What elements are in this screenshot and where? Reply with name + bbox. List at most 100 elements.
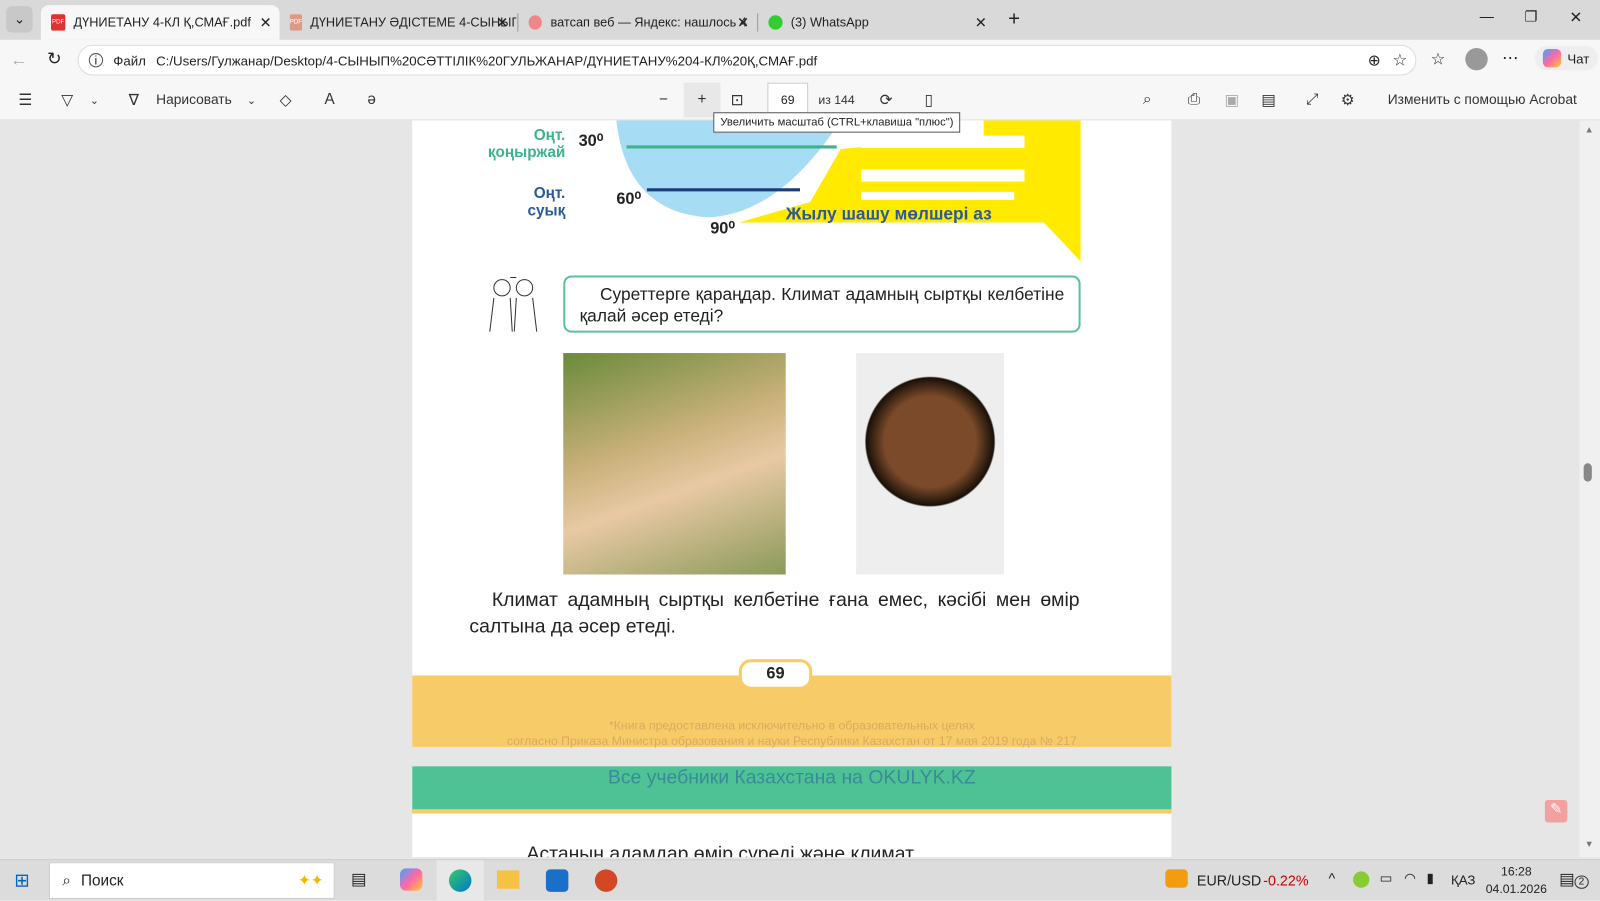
print-icon[interactable]: ⎙ — [1188, 91, 1200, 108]
search-icon[interactable]: ⌕ — [1143, 91, 1152, 108]
url-field[interactable]: i Файл C:/Users/Гулжанар/Desktop/4-СЫНЫП… — [77, 44, 1417, 76]
scrollbar[interactable]: ▲ ▼ — [1579, 120, 1600, 858]
pdf-viewport: Оңт. қоңыржай Оңт. суық 30⁰ 60⁰ 90⁰ Жылу… — [0, 120, 1580, 858]
task-view-icon[interactable]: ▤ — [351, 869, 366, 889]
time: 16:28 — [1501, 864, 1532, 879]
tab-whatsapp[interactable]: (3) WhatsApp ✕ — [758, 5, 995, 40]
chat-label: Чат — [1567, 50, 1590, 66]
tab-title: ДҮНИЕТАНУ ӘДІСТЕМЕ 4-СЫНЫП — [310, 15, 517, 30]
close-tab-icon[interactable]: ✕ — [496, 14, 508, 31]
highlight-icon[interactable]: ▽ — [61, 91, 73, 109]
notifications-icon[interactable]: ▤ 2 — [1559, 869, 1589, 889]
zoom-in-tooltip: Увеличить масштаб (CTRL+клавиша "плюс") — [713, 112, 961, 133]
chevron-down-icon[interactable]: ⌄ — [90, 94, 99, 107]
tab-title: ДҮНИЕТАНУ 4-КЛ Қ,СМАҒ.pdf — [73, 15, 251, 30]
camera-icon[interactable]: ▭ — [1380, 870, 1393, 886]
zoom-icon[interactable]: ⊕ — [1368, 51, 1381, 69]
pdf-page-next: Все учебники Казахстана на OKULYK.KZ Аст… — [412, 766, 1172, 858]
outlook-icon[interactable] — [545, 869, 569, 892]
tray-app-icon[interactable] — [1353, 871, 1370, 888]
eraser-icon[interactable]: ◇ — [280, 91, 292, 109]
back-icon[interactable]: ← — [10, 50, 27, 70]
page-total: из 144 — [818, 92, 855, 108]
info-icon[interactable]: i — [88, 53, 104, 68]
acrobat-icon[interactable]: ✎ — [1544, 799, 1568, 823]
pdf-icon: PDF — [51, 14, 66, 31]
language-indicator[interactable]: ҚАЗ — [1451, 872, 1475, 887]
draw-icon[interactable]: ∇ — [129, 91, 139, 109]
url-text: C:/Users/Гулжанар/Desktop/4-СЫНЫП%20СӘТТ… — [156, 52, 818, 68]
tray-chevron-icon[interactable]: ^ — [1329, 870, 1336, 886]
footer-line-1: *Книга предоставлена исключительно в обр… — [609, 718, 975, 733]
wifi-icon[interactable]: ◠ — [1404, 870, 1416, 886]
pdf-page: Оңт. қоңыржай Оңт. суық 30⁰ 60⁰ 90⁰ Жылу… — [412, 120, 1172, 748]
rotate-icon[interactable]: ⟳ — [880, 91, 893, 109]
address-bar-row: ← ↻ i Файл C:/Users/Гулжанар/Desktop/4-С… — [0, 39, 1600, 81]
chevron-down-icon[interactable]: ⌄ — [247, 94, 256, 107]
powerpoint-icon[interactable] — [594, 869, 618, 892]
ticker-icon[interactable] — [1165, 869, 1188, 888]
tab-title: (3) WhatsApp — [790, 15, 869, 30]
close-tab-icon[interactable]: ✕ — [975, 14, 987, 31]
date: 04.01.2026 — [1485, 881, 1547, 896]
battery-icon[interactable]: ▮ — [1427, 870, 1434, 886]
zone-cold-label: Оңт. суық — [527, 184, 566, 220]
contents-icon[interactable]: ☰ — [18, 91, 32, 109]
minimize-icon[interactable]: — — [1480, 8, 1494, 24]
settings-gear-icon[interactable]: ⚙ — [1341, 91, 1355, 109]
okulyk-banner: Все учебники Казахстана на OKULYK.KZ — [412, 766, 1172, 814]
footer-line-2: согласно Приказа Министра образования и … — [506, 733, 1077, 748]
taskbar-search[interactable]: ⌕ Поиск ✦✦ — [48, 862, 335, 899]
more-icon[interactable]: ⋯ — [1502, 48, 1518, 68]
fit-width-icon[interactable]: ⊡ — [731, 91, 744, 109]
edge-app-button[interactable] — [436, 860, 484, 901]
photo-twin-girls — [563, 353, 786, 575]
favorites-icon[interactable]: ☆ — [1431, 49, 1446, 69]
taskbar: ⊞ ⌕ Поиск ✦✦ ▤ EUR/USD -0.22% ^ ▭ ◠ ▮ ҚАЗ … — [0, 859, 1600, 901]
tab-bar: ⌄ PDF ДҮНИЕТАНУ 4-КЛ Қ,СМАҒ.pdf ✕ PDF ДҮНИЕ… — [0, 0, 1600, 40]
diagram-caption: Жылу шашу мөлшері аз — [785, 204, 992, 224]
search-label: Поиск — [81, 871, 124, 890]
refresh-icon[interactable]: ↻ — [47, 49, 62, 69]
close-tab-icon[interactable]: ✕ — [259, 14, 271, 31]
zoom-out-icon[interactable]: − — [659, 91, 668, 108]
search-icon: ⌕ — [62, 871, 71, 890]
restore-icon[interactable]: ❐ — [1524, 8, 1537, 25]
scrollbar-thumb[interactable] — [1583, 463, 1592, 482]
scheme-label: Файл — [113, 52, 146, 68]
whatsapp-icon — [768, 15, 783, 30]
tab-pdf-1[interactable]: PDF ДҮНИЕТАНУ 4-КЛ Қ,СМАҒ.pdf ✕ — [40, 5, 280, 40]
people-icon — [489, 277, 538, 332]
new-tab-icon[interactable]: + — [1008, 8, 1020, 31]
translate-icon[interactable]: ə — [367, 91, 376, 108]
degree-60-label: 60⁰ — [616, 190, 642, 209]
profile-avatar[interactable] — [1465, 47, 1488, 71]
yandex-icon — [528, 15, 543, 30]
copilot-app-icon[interactable] — [399, 868, 423, 891]
close-window-icon[interactable]: ✕ — [1569, 8, 1582, 26]
degree-90-label: 90⁰ — [710, 220, 735, 238]
next-page-text: Астаның адамдар өмір сүреді және климат … — [526, 843, 936, 858]
save-as-icon[interactable]: ▤ — [1261, 91, 1275, 109]
windows-start-icon[interactable]: ⊞ — [14, 870, 29, 891]
close-tab-icon[interactable]: ✕ — [737, 14, 749, 31]
read-aloud-icon[interactable]: A — [324, 91, 334, 108]
question-box: Суреттерге қараңдар. Климат адамның сырт… — [563, 275, 1081, 333]
page-view-icon[interactable]: ▯ — [924, 91, 932, 109]
edit-with-acrobat-button[interactable]: Изменить с помощью Acrobat — [1388, 92, 1577, 107]
page-number-badge: 69 — [738, 659, 813, 690]
ticker-label[interactable]: EUR/USD — [1197, 872, 1261, 888]
fullscreen-icon[interactable]: ⤢ — [1306, 91, 1318, 108]
file-explorer-icon[interactable] — [496, 870, 520, 889]
save-icon[interactable]: ▣ — [1224, 91, 1238, 109]
copilot-chat-button[interactable]: Чат — [1534, 45, 1598, 71]
tab-yandex[interactable]: ватсап веб — Яндекс: нашлось 4 ✕ — [518, 5, 757, 40]
tab-pdf-2[interactable]: PDF ДҮНИЕТАНУ ӘДІСТЕМЕ 4-СЫНЫП ✕ — [280, 5, 517, 40]
tab-title: ватсап веб — Яндекс: нашлось 4 — [550, 15, 747, 30]
photo-boy — [856, 353, 1005, 575]
favorite-star-icon[interactable]: ☆ — [1392, 50, 1407, 70]
draw-button[interactable]: Нарисовать — [156, 92, 232, 107]
degree-30-label: 30⁰ — [578, 132, 604, 150]
clock[interactable]: 16:28 04.01.2026 — [1486, 863, 1547, 898]
tab-list-chevron-icon[interactable]: ⌄ — [6, 6, 33, 33]
